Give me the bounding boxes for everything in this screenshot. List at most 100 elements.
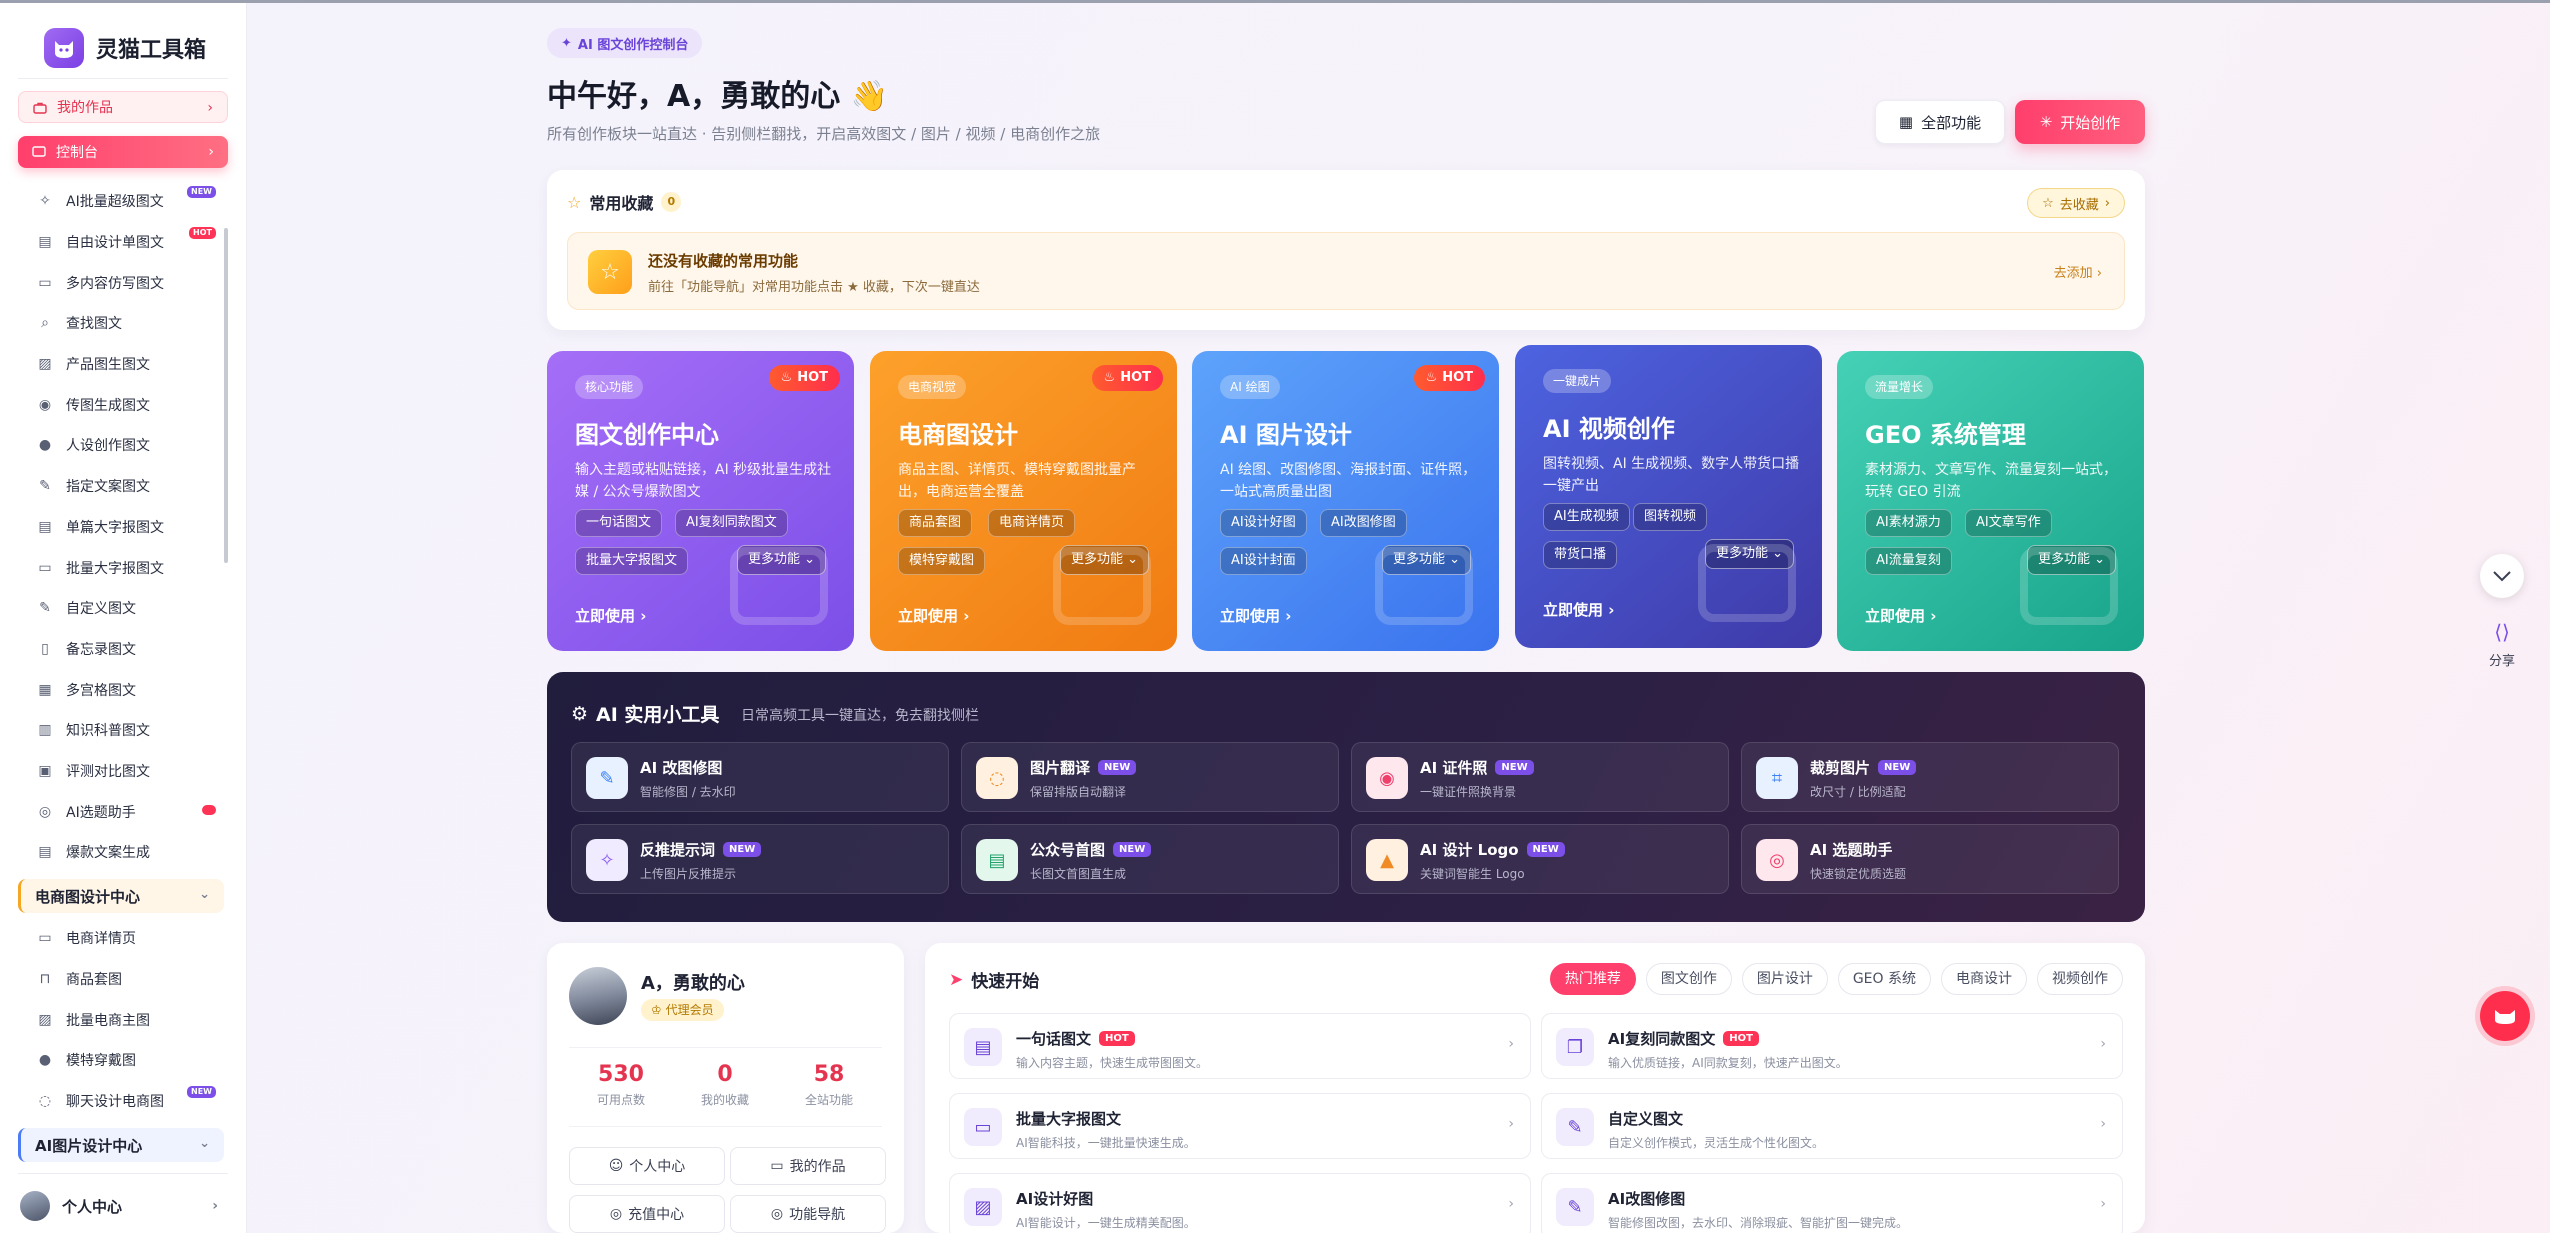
tool-item[interactable]: ⌗ 裁剪图片 NEW 改尺寸 / 比例适配	[1741, 742, 2119, 812]
sidebar: 灵猫工具箱 我的作品 › 控制台 › ✧ AI批量超级图文 NEW ▤ 自由设计单图文 H…	[0, 3, 247, 1233]
feature-card[interactable]: 一键成片 AI 视频创作 图转视频、AI 生成视频、数字人带货口播一键产出 AI生成视…	[1515, 345, 1822, 648]
sidebar-item[interactable]: ▭ 电商详情页	[0, 918, 230, 959]
group-ecommerce[interactable]: 电商图设计中心 ⌄	[18, 879, 224, 913]
quick-item[interactable]: ❐ AI复刻同款图文 HOT 输入优质链接，AI同款复刻，快速产出图文。 ›	[1541, 1013, 2123, 1079]
console-button[interactable]: 控制台 ›	[18, 136, 228, 168]
sidebar-item[interactable]: ▭ 多内容仿写图文	[0, 262, 230, 303]
add-favorite-link[interactable]: 去添加 ›	[2054, 262, 2102, 281]
sidebar-item[interactable]: ▤ 单篇大字报图文	[0, 507, 230, 548]
share-button[interactable]: ⟨⟩ 分享	[2480, 620, 2524, 669]
tool-item[interactable]: ✎ AI 改图修图 智能修图 / 去水印	[571, 742, 949, 812]
sidebar-item[interactable]: ✧ AI批量超级图文 NEW	[0, 181, 230, 222]
feature-card[interactable]: 核心功能 ♨ HOT 图文创作中心 输入主题或粘贴链接，AI 秒级批量生成社媒 / 公众…	[547, 351, 854, 651]
tools-panel: ⚙ AI 实用小工具 日常高频工具一键直达，免去翻找侧栏 ✎ AI 改图修图 智能修…	[547, 672, 2145, 922]
feature-tag-button[interactable]: AI设计好图	[1220, 509, 1307, 537]
user-action-button[interactable]: ▭ 我的作品	[730, 1147, 886, 1185]
quick-item[interactable]: ✎ AI改图修图 智能修图改图，去水印、消除瑕疵、智能扩图一键完成。 ›	[1541, 1173, 2123, 1233]
feature-desc: 输入主题或粘贴链接，AI 秒级批量生成社媒 / 公众号爆款图文	[575, 462, 832, 500]
profile-center-button[interactable]: 个人中心 ›	[20, 1187, 230, 1225]
quick-tab[interactable]: 视频创作	[2037, 963, 2123, 995]
user-action-button[interactable]: ◎ 充值中心	[569, 1195, 725, 1233]
sidebar-item[interactable]: ✎ 自定义图文	[0, 588, 230, 629]
tool-item[interactable]: ◎ AI 选题助手 快速锁定优质选题	[1741, 824, 2119, 894]
sidebar-item[interactable]: ▣ 评测对比图文	[0, 751, 230, 792]
feature-card[interactable]: 流量增长 GEO 系统管理 素材源力、文章写作、流量复刻一站式，玩转 GEO 引流 A…	[1837, 351, 2144, 651]
tool-name-label: 反推提示词	[640, 841, 716, 859]
sidebar-item[interactable]: ◌ 聊天设计电商图 NEW	[0, 1081, 230, 1122]
sidebar-item[interactable]: ▤ 自由设计单图文 HOT	[0, 222, 230, 263]
group-ai-image[interactable]: AI图片设计中心 ⌄	[18, 1128, 224, 1162]
quick-tab[interactable]: 热门推荐	[1549, 963, 1636, 995]
feature-tag-button[interactable]: 批量大字报图文	[575, 547, 689, 575]
chevron-right-icon: ›	[1508, 1116, 1514, 1132]
sidebar-item[interactable]: ▭ 批量大字报图文	[0, 547, 230, 588]
scroll-down-button[interactable]	[2480, 554, 2524, 598]
quick-item-desc: 自定义创作模式，灵活生成个性化图文。	[1608, 1136, 1825, 1150]
start-creating-button[interactable]: ✳ 开始创作	[2015, 100, 2145, 144]
tools-title-label: AI 实用小工具	[596, 704, 720, 726]
hot-badge: ♨ HOT	[1413, 365, 1485, 391]
pen-icon: ✎	[1556, 1108, 1594, 1146]
sidebar-item[interactable]: ● 模特穿戴图	[0, 1040, 230, 1081]
use-now-link[interactable]: 立即使用 ›	[1865, 605, 1936, 626]
quick-tab[interactable]: GEO 系统	[1837, 963, 1931, 995]
feature-tag-button[interactable]: 带货口播	[1543, 541, 1618, 569]
sidebar-item[interactable]: ✎ 指定文案图文	[0, 466, 230, 507]
sidebar-item[interactable]: ▨ 批量电商主图	[0, 999, 230, 1040]
feature-tag-button[interactable]: AI生成视频	[1543, 503, 1630, 531]
sidebar-item[interactable]: ◉ 传图生成图文	[0, 384, 230, 425]
feature-tag-button[interactable]: 模特穿戴图	[898, 547, 986, 575]
sidebar-item[interactable]: ⌕ 查找图文	[0, 303, 230, 344]
sidebar-item[interactable]: ● 人设创作图文	[0, 425, 230, 466]
feature-desc: 图转视频、AI 生成视频、数字人带货口播一键产出	[1543, 456, 1800, 494]
tool-item[interactable]: ▲ AI 设计 Logo NEW 关键词智能生 Logo	[1351, 824, 1729, 894]
feature-card[interactable]: 电商视觉 ♨ HOT 电商图设计 商品主图、详情页、模特穿戴图批量产出，电商运营全覆盖商…	[870, 351, 1177, 651]
feature-tag-button[interactable]: 图转视频	[1633, 503, 1708, 531]
user-action-button[interactable]: ◎ 功能导航	[730, 1195, 886, 1233]
feature-card[interactable]: AI 绘图 ♨ HOT AI 图片设计 AI 绘图、改图修图、海报封面、证件照，一站式高…	[1192, 351, 1499, 651]
ecommerce-list: ▭ 电商详情页 ⊓ 商品套图 ▨ 批量电商主图 ● 模特穿戴图 ◌ 聊天设计电商图 NEW	[0, 918, 230, 1121]
stack-icon: ▭	[964, 1108, 1002, 1146]
quick-item[interactable]: ✎ 自定义图文 自定义创作模式，灵活生成个性化图文。 ›	[1541, 1093, 2123, 1159]
my-works-button[interactable]: 我的作品 ›	[18, 91, 228, 123]
quick-tab[interactable]: 电商设计	[1941, 963, 2027, 995]
assistant-button[interactable]	[2480, 991, 2530, 1041]
quick-tab[interactable]: 图片设计	[1741, 963, 1828, 995]
sidebar-item[interactable]: ◎ AI选题助手	[0, 791, 230, 832]
tool-item[interactable]: ◉ AI 证件照 NEW 一键证件照换背景	[1351, 742, 1729, 812]
quick-item-label: 一句话图文	[1016, 1030, 1092, 1048]
tool-item[interactable]: ▤ 公众号首图 NEW 长图文首图直生成	[961, 824, 1339, 894]
sidebar-item[interactable]: ▥ 知识科普图文	[0, 710, 230, 751]
tool-desc: 关键词智能生 Logo	[1420, 867, 1525, 881]
sidebar-item[interactable]: ▨ 产品图生图文	[0, 344, 230, 385]
quick-item-desc: 智能修图改图，去水印、消除瑕疵、智能扩图一键完成。	[1608, 1216, 1909, 1230]
sidebar-item[interactable]: ▤ 爆款文案生成	[0, 832, 230, 873]
profile-label: 个人中心	[62, 1197, 123, 1216]
brand[interactable]: 灵猫工具箱	[44, 28, 206, 68]
user-action-button[interactable]: ☺ 个人中心	[569, 1147, 725, 1185]
use-now-link[interactable]: 立即使用 ›	[1543, 599, 1614, 620]
avatar[interactable]	[569, 967, 627, 1025]
feature-tag-button[interactable]: 商品套图	[898, 509, 973, 537]
feature-tag-button[interactable]: 一句话图文	[575, 509, 663, 537]
use-now-link[interactable]: 立即使用 ›	[575, 605, 646, 626]
use-now-link[interactable]: 立即使用 ›	[898, 605, 969, 626]
sidebar-item[interactable]: ▦ 多宫格图文	[0, 669, 230, 710]
sidebar-scrollbar[interactable]	[224, 228, 228, 563]
go-favorite-button[interactable]: ☆ 去收藏 ›	[2027, 188, 2125, 218]
feature-tag-button[interactable]: AI设计封面	[1220, 547, 1307, 575]
sidebar-item-label: 评测对比图文	[66, 763, 150, 780]
quick-item[interactable]: ▨ AI设计好图 AI智能设计，一键生成精美配图。 ›	[949, 1173, 1531, 1233]
feature-tag-button[interactable]: AI素材源力	[1865, 509, 1952, 537]
quick-tab[interactable]: 图文创作	[1645, 963, 1732, 995]
all-features-button[interactable]: ▦ 全部功能	[1875, 100, 2005, 144]
quick-item[interactable]: ▭ 批量大字报图文 AI智能科技，一键批量快速生成。 ›	[949, 1093, 1531, 1159]
tool-item[interactable]: ✧ 反推提示词 NEW 上传图片反推提示	[571, 824, 949, 894]
quick-item[interactable]: ▤ 一句话图文 HOT 输入内容主题，快速生成带图图文。 ›	[949, 1013, 1531, 1079]
sidebar-item[interactable]: ▯ 备忘录图文	[0, 629, 230, 670]
doc-icon: ▤	[38, 518, 52, 535]
sidebar-item[interactable]: ⊓ 商品套图	[0, 959, 230, 1000]
use-now-link[interactable]: 立即使用 ›	[1220, 605, 1291, 626]
feature-tag-button[interactable]: AI流量复刻	[1865, 547, 1952, 575]
tool-item[interactable]: ◌ 图片翻译 NEW 保留排版自动翻译	[961, 742, 1339, 812]
